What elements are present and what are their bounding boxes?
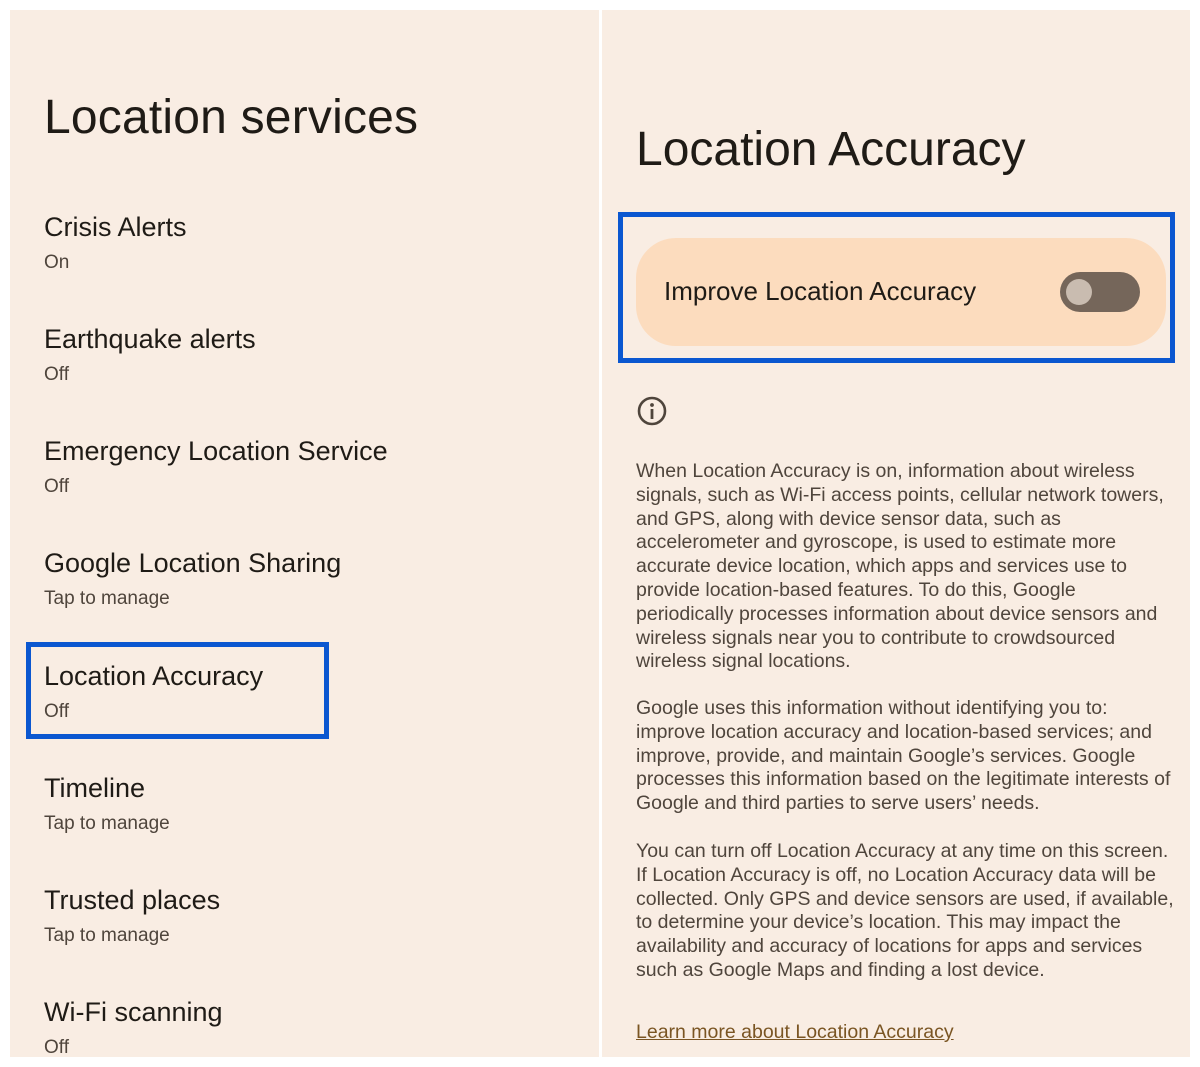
description-paragraph: Google uses this information without ide…: [636, 697, 1171, 815]
page-title: Location services: [44, 91, 419, 144]
setting-title: Emergency Location Service: [44, 436, 388, 466]
setting-title: Earthquake alerts: [44, 324, 256, 354]
highlight-box-toggle: [618, 212, 1175, 363]
info-circle-icon: [637, 396, 667, 426]
setting-subtitle: Tap to manage: [44, 588, 170, 609]
setting-subtitle: Tap to manage: [44, 925, 170, 946]
highlight-box-location-accuracy: [26, 642, 329, 739]
setting-earthquake-alerts[interactable]: Earthquake alerts Off: [44, 324, 564, 414]
location-services-panel: Location services Crisis Alerts On Earth…: [10, 10, 599, 1057]
description-paragraph: When Location Accuracy is on, informatio…: [636, 460, 1164, 673]
setting-title: Timeline: [44, 773, 146, 803]
setting-title: Trusted places: [44, 885, 221, 915]
setting-timeline[interactable]: Timeline Tap to manage: [44, 773, 564, 863]
description-paragraph: You can turn off Location Accuracy at an…: [636, 840, 1174, 981]
setting-subtitle: Off: [44, 1037, 69, 1057]
setting-subtitle: On: [44, 252, 70, 273]
learn-more-link[interactable]: Learn more about Location Accuracy: [636, 1021, 954, 1044]
setting-subtitle: Tap to manage: [44, 813, 170, 834]
setting-subtitle: Off: [44, 364, 69, 385]
setting-trusted-places[interactable]: Trusted places Tap to manage: [44, 885, 564, 975]
setting-crisis-alerts[interactable]: Crisis Alerts On: [44, 212, 564, 302]
setting-title: Crisis Alerts: [44, 212, 187, 242]
setting-emergency-location-service[interactable]: Emergency Location Service Off: [44, 436, 564, 526]
page-title: Location Accuracy: [636, 123, 1026, 176]
setting-wifi-scanning[interactable]: Wi-Fi scanning Off: [44, 997, 564, 1057]
location-accuracy-panel: Location Accuracy Improve Location Accur…: [602, 10, 1190, 1057]
setting-google-location-sharing[interactable]: Google Location Sharing Tap to manage: [44, 548, 564, 638]
setting-title: Wi-Fi scanning: [44, 997, 223, 1027]
setting-subtitle: Off: [44, 476, 69, 497]
setting-title: Google Location Sharing: [44, 548, 342, 578]
